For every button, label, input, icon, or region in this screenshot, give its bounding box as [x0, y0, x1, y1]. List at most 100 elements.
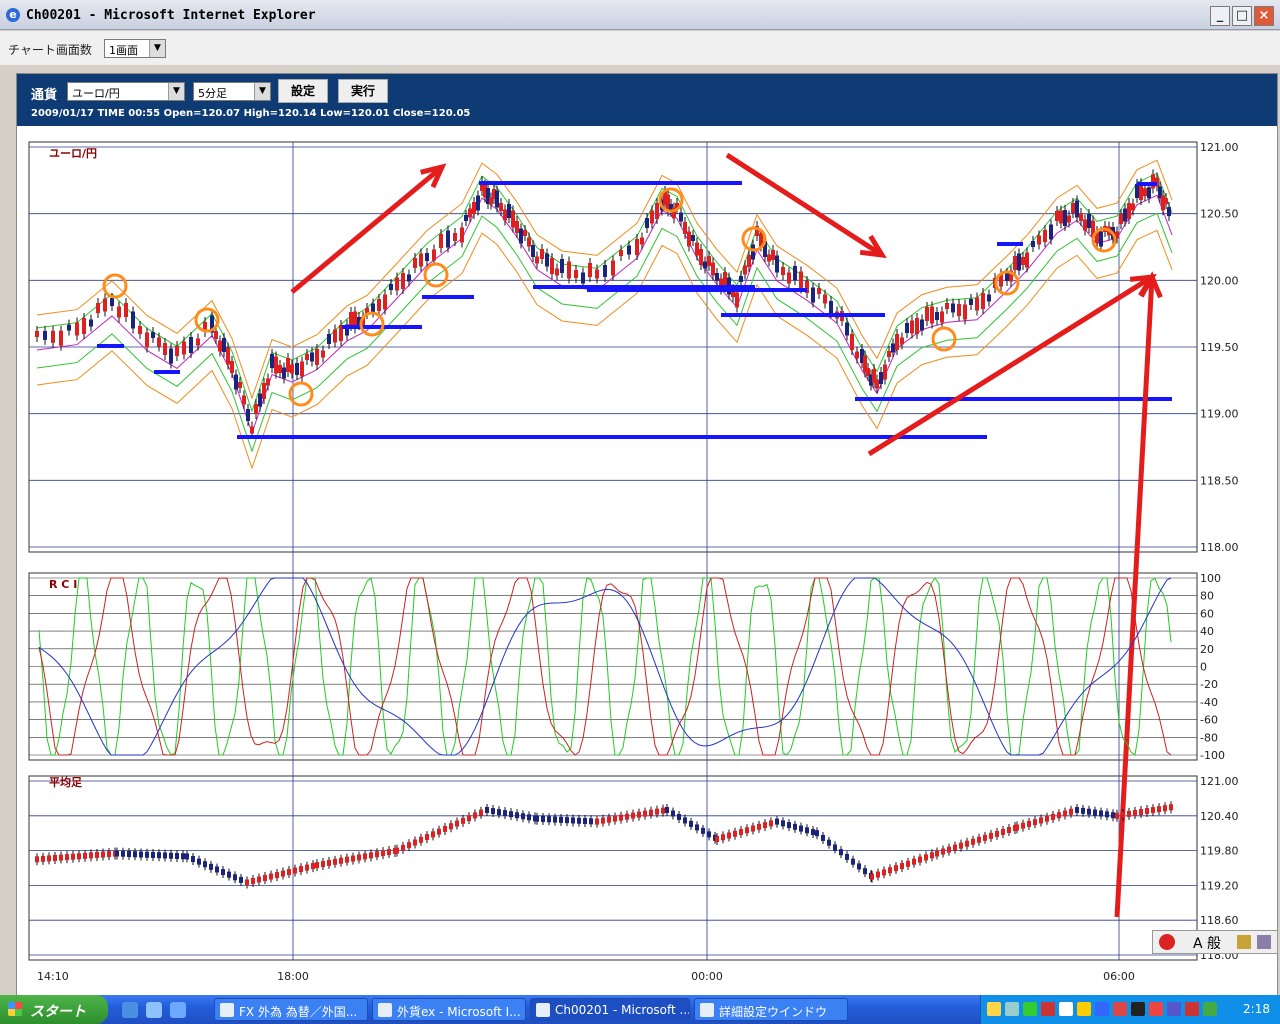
candle-up: [300, 361, 304, 377]
minimize-button[interactable]: _: [1210, 6, 1230, 26]
start-button[interactable]: スタート: [0, 995, 108, 1024]
ime-toolbar[interactable]: A 般: [1152, 930, 1278, 954]
heikin-up: [1169, 804, 1173, 811]
heikin-up: [293, 867, 297, 874]
task-label: FX 外為 為替／外国...: [239, 1005, 358, 1019]
heikin-up: [369, 852, 373, 859]
candle-up: [695, 242, 699, 256]
heikin-down: [677, 813, 681, 820]
candle-down: [258, 393, 262, 407]
heikin-up: [1045, 815, 1049, 822]
candle-up: [238, 382, 242, 388]
tray-icon[interactable]: [1131, 1002, 1145, 1016]
candle-up: [124, 303, 128, 317]
media-quicklaunch-icon[interactable]: [170, 1002, 186, 1018]
interval-select[interactable]: 5分足 ▼: [193, 82, 271, 101]
heikin-down: [191, 856, 195, 863]
run-button[interactable]: 実行: [338, 79, 388, 103]
tray-icon[interactable]: [1185, 1002, 1199, 1016]
tray-icon[interactable]: [1167, 1002, 1181, 1016]
heikin-down: [1075, 807, 1079, 813]
candle-up: [82, 318, 86, 334]
candle-up: [1059, 210, 1063, 224]
settings-button[interactable]: 設定: [278, 79, 328, 103]
heikin-up: [35, 856, 39, 863]
tray-icon[interactable]: [1059, 1002, 1073, 1016]
tray-icon[interactable]: [1149, 1002, 1163, 1016]
heikin-up: [1069, 808, 1073, 815]
tray-icon[interactable]: [1113, 1002, 1127, 1016]
rci-tick-label: 20: [1200, 643, 1214, 656]
heikin-up: [461, 817, 465, 824]
heikin-down: [133, 851, 137, 858]
chart-count-value: 1画面: [109, 44, 138, 57]
tray-icon[interactable]: [987, 1002, 1001, 1016]
chart-count-select[interactable]: 1画面 ▼: [104, 39, 166, 58]
candle-up: [635, 239, 639, 255]
candle-down: [407, 274, 411, 282]
heikin-tick-label: 119.80: [1200, 845, 1239, 858]
heikin-up: [269, 873, 273, 880]
heikin-up: [607, 816, 611, 823]
ime-pad-icon[interactable]: [1237, 935, 1251, 949]
ie-quicklaunch-icon[interactable]: [122, 1002, 138, 1018]
candle-down: [845, 322, 849, 336]
candle-up: [96, 303, 100, 313]
heikin-up: [1033, 819, 1037, 826]
heikin-up: [387, 849, 391, 856]
candle-down: [425, 253, 429, 261]
tray-icon[interactable]: [1203, 1002, 1217, 1016]
heikin-up: [1001, 828, 1005, 835]
heikin-down: [175, 852, 179, 859]
candle-down: [1049, 224, 1053, 240]
rci-panel-title: R C I: [49, 578, 77, 591]
candle-down: [627, 245, 631, 255]
task-settings-window[interactable]: 詳細設定ウインドウ: [694, 998, 848, 1021]
heikin-up: [1151, 807, 1155, 814]
candle-up: [145, 332, 149, 348]
currency-select[interactable]: ユーロ/円 ▼: [67, 82, 185, 101]
chart-count-toolbar: チャート画面数 1画面 ▼: [0, 31, 1280, 65]
candle-down: [891, 343, 895, 353]
heikin-up: [763, 822, 767, 829]
tray-icon[interactable]: [1023, 1002, 1037, 1016]
desktop-quicklaunch-icon[interactable]: [146, 1002, 162, 1018]
heikin-up: [941, 848, 945, 855]
task-gaika[interactable]: 外貨ex - Microsoft I...: [372, 998, 526, 1021]
tray-icon[interactable]: [1095, 1002, 1109, 1016]
heikin-up: [1115, 812, 1119, 819]
tray-icon[interactable]: [1041, 1002, 1055, 1016]
heikin-down: [689, 820, 693, 827]
candle-up: [1013, 256, 1017, 270]
task-ch00201[interactable]: Ch00201 - Microsoft ...: [530, 998, 690, 1021]
heikin-up: [613, 815, 617, 822]
chart-area[interactable]: 121.00 120.50 120.00 119.50 119.00 118.50 118.…: [17, 127, 1277, 995]
heikin-down: [233, 874, 237, 881]
tray-icon[interactable]: [1005, 1002, 1019, 1016]
candle-up: [527, 237, 531, 247]
candle-up: [611, 260, 615, 276]
candle-up: [103, 298, 107, 312]
window-title: Ch00201 - Microsoft Internet Explorer: [26, 8, 316, 23]
heikin-down: [1099, 810, 1103, 817]
candle-up: [250, 426, 254, 434]
candle-up: [747, 255, 751, 267]
candle-up: [963, 304, 967, 320]
candle-up: [35, 331, 39, 337]
heikin-up: [263, 875, 267, 882]
tray-icon[interactable]: [1077, 1002, 1091, 1016]
heikin-up: [315, 862, 319, 869]
ime-tools-icon[interactable]: [1257, 935, 1271, 949]
candle-up: [523, 230, 527, 236]
close-button[interactable]: ×: [1254, 6, 1274, 26]
maximize-button[interactable]: □: [1232, 6, 1252, 26]
heikin-up: [1027, 820, 1031, 827]
task-fx[interactable]: FX 外為 為替／外国...: [214, 998, 368, 1021]
price-panel-title: ユーロ/円: [49, 147, 97, 160]
task-label: Ch00201 - Microsoft ...: [555, 1003, 690, 1017]
heikin-down: [799, 825, 803, 832]
heikin-down: [665, 807, 669, 813]
candle-down: [739, 276, 743, 282]
candle-up: [266, 378, 270, 386]
candle-up: [588, 263, 592, 277]
